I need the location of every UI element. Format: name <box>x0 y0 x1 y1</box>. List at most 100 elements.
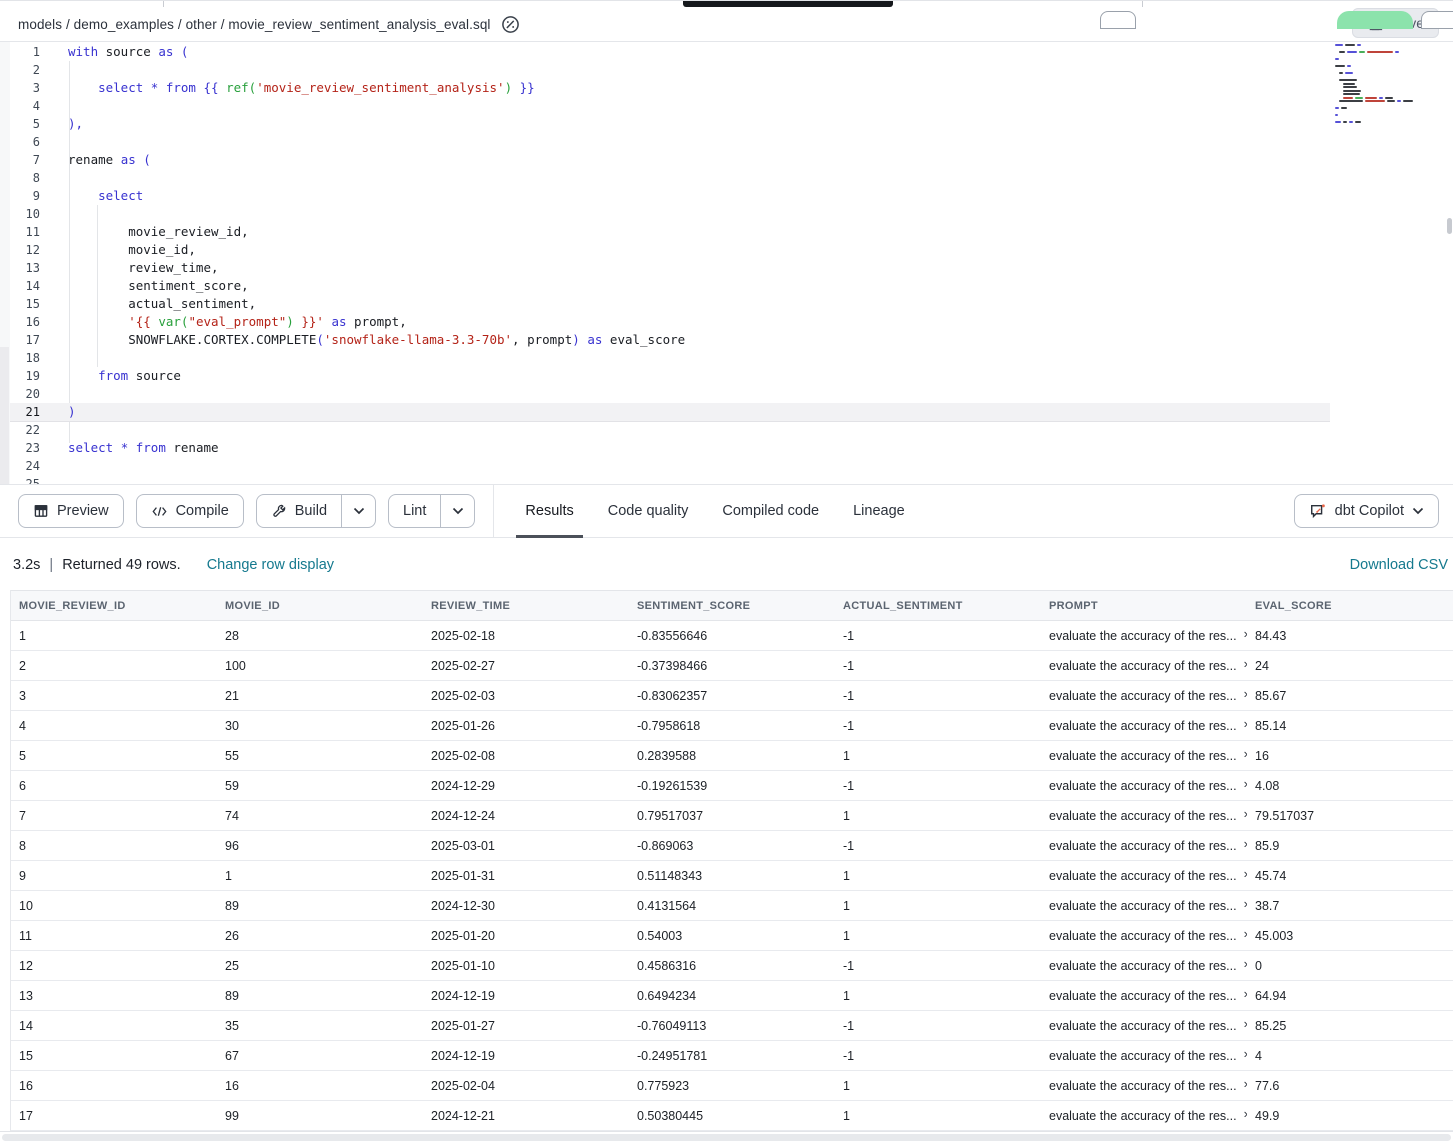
column-header[interactable]: SENTIMENT_SCORE <box>629 600 835 612</box>
table-row[interactable]: 5552025-02-080.28395881evaluate the accu… <box>11 741 1453 771</box>
editor-vertical-scroll-thumb[interactable] <box>1447 218 1452 234</box>
table-row[interactable]: 21002025-02-27-0.37398466-1evaluate the … <box>11 651 1453 681</box>
code-line[interactable]: 1with source as ( <box>0 43 1453 61</box>
code-text: select * from rename <box>68 439 219 457</box>
table-cell: -1 <box>835 959 1041 973</box>
expand-prompt-icon[interactable]: › <box>1244 809 1247 821</box>
code-line[interactable]: 7rename as ( <box>0 151 1453 169</box>
table-row[interactable]: 15672024-12-19-0.24951781-1evaluate the … <box>11 1041 1453 1071</box>
expand-prompt-icon[interactable]: › <box>1244 959 1247 971</box>
column-header[interactable]: MOVIE_REVIEW_ID <box>11 600 217 612</box>
code-line[interactable]: 11 movie_review_id, <box>0 223 1453 241</box>
table-row[interactable]: 8962025-03-01-0.869063-1evaluate the acc… <box>11 831 1453 861</box>
code-minimap[interactable] <box>1333 44 1445 100</box>
code-line[interactable]: 17 SNOWFLAKE.CORTEX.COMPLETE('snowflake-… <box>0 331 1453 349</box>
lint-button[interactable]: Lint <box>389 495 440 527</box>
partial-button-green[interactable] <box>1337 11 1413 29</box>
expand-prompt-icon[interactable]: › <box>1244 839 1247 851</box>
prompt-cell: evaluate the accuracy of the res...› <box>1041 869 1247 883</box>
table-row[interactable]: 12252025-01-100.4586316-1evaluate the ac… <box>11 951 1453 981</box>
code-line[interactable]: 25 <box>0 475 1453 484</box>
table-cell: 11 <box>11 929 217 943</box>
tab-results[interactable]: Results <box>508 485 590 537</box>
horizontal-scrollbar[interactable] <box>2 1134 1451 1141</box>
docs-slash-icon[interactable] <box>501 15 520 34</box>
preview-button[interactable]: Preview <box>18 494 124 528</box>
expand-prompt-icon[interactable]: › <box>1244 659 1247 671</box>
preview-table-icon <box>33 503 49 519</box>
table-cell: 2025-01-26 <box>423 719 629 733</box>
code-line[interactable]: 21) <box>0 403 1453 421</box>
prompt-preview-text: evaluate the accuracy of the res... <box>1049 749 1237 763</box>
expand-prompt-icon[interactable]: › <box>1244 869 1247 881</box>
code-line[interactable]: 2 <box>0 61 1453 79</box>
code-line[interactable]: 8 <box>0 169 1453 187</box>
code-line[interactable]: 22 <box>0 421 1453 439</box>
breadcrumb[interactable]: models / demo_examples / other / movie_r… <box>18 17 491 32</box>
column-header[interactable]: REVIEW_TIME <box>423 600 629 612</box>
build-options-caret[interactable] <box>341 495 375 527</box>
code-line[interactable]: 24 <box>0 457 1453 475</box>
change-row-display-link[interactable]: Change row display <box>207 557 334 573</box>
table-row[interactable]: 912025-01-310.511483431evaluate the accu… <box>11 861 1453 891</box>
partial-button-right[interactable] <box>1421 11 1453 29</box>
table-row[interactable]: 4302025-01-26-0.7958618-1evaluate the ac… <box>11 711 1453 741</box>
download-csv-link[interactable]: Download CSV <box>1350 557 1448 573</box>
code-line[interactable]: 18 <box>0 349 1453 367</box>
code-line[interactable]: 3 select * from {{ ref('movie_review_sen… <box>0 79 1453 97</box>
table-cell: 1 <box>835 869 1041 883</box>
expand-prompt-icon[interactable]: › <box>1244 929 1247 941</box>
table-row[interactable]: 11262025-01-200.540031evaluate the accur… <box>11 921 1453 951</box>
expand-prompt-icon[interactable]: › <box>1244 1049 1247 1061</box>
code-line[interactable]: 19 from source <box>0 367 1453 385</box>
code-line[interactable]: 23select * from rename <box>0 439 1453 457</box>
table-row[interactable]: 14352025-01-27-0.76049113-1evaluate the … <box>11 1011 1453 1041</box>
table-row[interactable]: 1282025-02-18-0.83556646-1evaluate the a… <box>11 621 1453 651</box>
expand-prompt-icon[interactable]: › <box>1244 1079 1247 1091</box>
table-cell: 45.74 <box>1247 869 1453 883</box>
expand-prompt-icon[interactable]: › <box>1244 779 1247 791</box>
code-line[interactable]: 9 select <box>0 187 1453 205</box>
code-line[interactable]: 12 movie_id, <box>0 241 1453 259</box>
expand-prompt-icon[interactable]: › <box>1244 629 1247 641</box>
table-row[interactable]: 10892024-12-300.41315641evaluate the acc… <box>11 891 1453 921</box>
tab-compiled-code[interactable]: Compiled code <box>705 485 836 537</box>
table-row[interactable]: 7742024-12-240.795170371evaluate the acc… <box>11 801 1453 831</box>
table-row[interactable]: 6592024-12-29-0.19261539-1evaluate the a… <box>11 771 1453 801</box>
code-line[interactable]: 20 <box>0 385 1453 403</box>
code-line[interactable]: 5), <box>0 115 1453 133</box>
lint-options-caret[interactable] <box>440 495 474 527</box>
build-button[interactable]: Build <box>257 495 341 527</box>
table-row[interactable]: 3212025-02-03-0.83062357-1evaluate the a… <box>11 681 1453 711</box>
expand-prompt-icon[interactable]: › <box>1244 899 1247 911</box>
table-row[interactable]: 13892024-12-190.64942341evaluate the acc… <box>11 981 1453 1011</box>
expand-prompt-icon[interactable]: › <box>1244 1109 1247 1121</box>
table-row[interactable]: 17992024-12-210.503804451evaluate the ac… <box>11 1101 1453 1131</box>
partial-button-left[interactable] <box>1100 11 1136 29</box>
code-line[interactable]: 4 <box>0 97 1453 115</box>
code-line[interactable]: 14 sentiment_score, <box>0 277 1453 295</box>
code-line[interactable]: 15 actual_sentiment, <box>0 295 1453 313</box>
dbt-copilot-button[interactable]: dbt Copilot <box>1294 494 1439 528</box>
tab-lineage[interactable]: Lineage <box>836 485 922 537</box>
column-header[interactable]: PROMPT <box>1041 600 1247 612</box>
expand-prompt-icon[interactable]: › <box>1244 1019 1247 1031</box>
sql-code-editor[interactable]: 1with source as (23 select * from {{ ref… <box>0 42 1453 484</box>
code-text: select * from {{ ref('movie_review_senti… <box>68 79 535 97</box>
code-line[interactable]: 13 review_time, <box>0 259 1453 277</box>
code-line[interactable]: 10 <box>0 205 1453 223</box>
column-header[interactable]: MOVIE_ID <box>217 600 423 612</box>
table-row[interactable]: 16162025-02-040.7759231evaluate the accu… <box>11 1071 1453 1101</box>
table-cell: 64.94 <box>1247 989 1453 1003</box>
tab-code-quality[interactable]: Code quality <box>591 485 706 537</box>
expand-prompt-icon[interactable]: › <box>1244 719 1247 731</box>
column-header[interactable]: EVAL_SCORE <box>1247 600 1453 612</box>
expand-prompt-icon[interactable]: › <box>1244 989 1247 1001</box>
compile-button[interactable]: Compile <box>136 494 244 528</box>
expand-prompt-icon[interactable]: › <box>1244 749 1247 761</box>
code-line[interactable]: 6 <box>0 133 1453 151</box>
expand-prompt-icon[interactable]: › <box>1244 689 1247 701</box>
code-line[interactable]: 16 '{{ var("eval_prompt") }}' as prompt, <box>0 313 1453 331</box>
copilot-sparkle-icon <box>1309 503 1327 520</box>
column-header[interactable]: ACTUAL_SENTIMENT <box>835 600 1041 612</box>
